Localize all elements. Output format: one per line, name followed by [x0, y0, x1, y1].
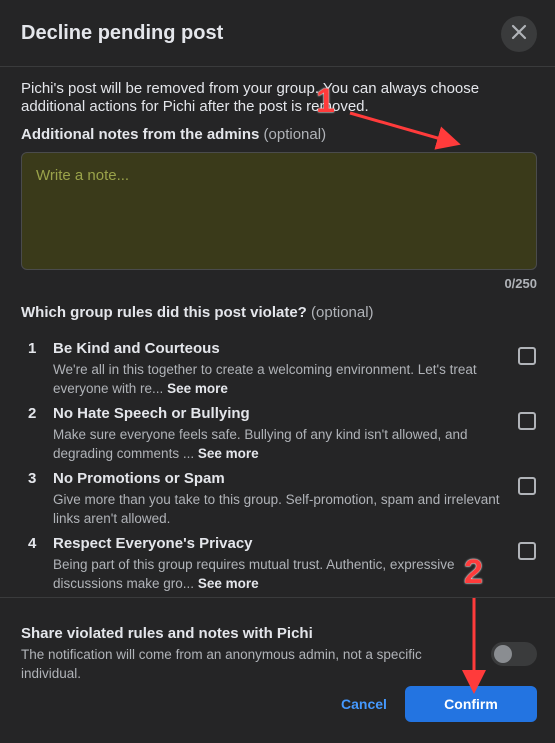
rule-item-2: 2 No Hate Speech or Bullying Make sure e… [0, 405, 555, 465]
confirm-button[interactable]: Confirm [405, 686, 537, 722]
rule-item-3: 3 No Promotions or Spam Give more than y… [0, 470, 555, 530]
rule-description-text: We're all in this together to create a w… [53, 362, 477, 396]
rule-description-text: Make sure everyone feels safe. Bullying … [53, 427, 468, 461]
rule-checkbox-3[interactable] [518, 477, 536, 495]
cancel-button[interactable]: Cancel [336, 686, 392, 722]
rule-checkbox-1[interactable] [518, 347, 536, 365]
rule-title: No Hate Speech or Bullying [53, 405, 250, 422]
share-title: Share violated rules and notes with Pich… [21, 625, 313, 642]
see-more-link[interactable]: See more [167, 381, 228, 396]
annotation-marker-1: 1 [316, 82, 335, 120]
rule-description: Being part of this group requires mutual… [53, 555, 503, 593]
notes-label: Additional notes from the admins (option… [21, 126, 326, 143]
rule-description-text: Give more than you take to this group. S… [53, 492, 500, 526]
share-description: The notification will come from an anony… [21, 647, 422, 681]
annotation-marker-2: 2 [464, 553, 483, 591]
close-button[interactable] [501, 16, 537, 52]
notes-label-text: Additional notes from the admins [21, 126, 260, 143]
rule-description: Give more than you take to this group. S… [53, 490, 503, 528]
rule-number: 3 [28, 470, 37, 487]
dialog-title: Decline pending post [21, 22, 224, 44]
toggle-knob [494, 645, 512, 663]
share-toggle[interactable] [491, 642, 537, 666]
note-box [21, 152, 537, 270]
close-icon [511, 24, 527, 45]
see-more-link[interactable]: See more [198, 576, 259, 591]
section-divider [0, 597, 555, 598]
rules-optional-text: (optional) [311, 304, 374, 321]
rule-checkbox-4[interactable] [518, 542, 536, 560]
admin-note-input[interactable] [34, 165, 524, 257]
annotation-arrow-1 [349, 111, 461, 150]
rules-label: Which group rules did this post violate?… [21, 304, 374, 321]
rule-title: No Promotions or Spam [53, 470, 225, 487]
rules-label-text: Which group rules did this post violate? [21, 304, 307, 321]
rule-number: 1 [28, 340, 37, 357]
rule-number: 2 [28, 405, 37, 422]
rule-item-1: 1 Be Kind and Courteous We're all in thi… [0, 340, 555, 400]
rule-number: 4 [28, 535, 37, 552]
see-more-link[interactable]: See more [198, 446, 259, 461]
rule-description: We're all in this together to create a w… [53, 360, 503, 398]
dialog-header: Decline pending post [0, 0, 555, 67]
notes-optional-text: (optional) [263, 126, 327, 143]
rule-description: Make sure everyone feels safe. Bullying … [53, 425, 503, 463]
dialog-description: Pichi's post will be removed from your g… [21, 80, 480, 115]
note-char-counter: 0/250 [504, 276, 537, 291]
decline-post-dialog: Decline pending post Pichi's post will b… [0, 0, 555, 743]
rule-checkbox-2[interactable] [518, 412, 536, 430]
rule-title: Respect Everyone's Privacy [53, 535, 253, 552]
rule-title: Be Kind and Courteous [53, 340, 220, 357]
